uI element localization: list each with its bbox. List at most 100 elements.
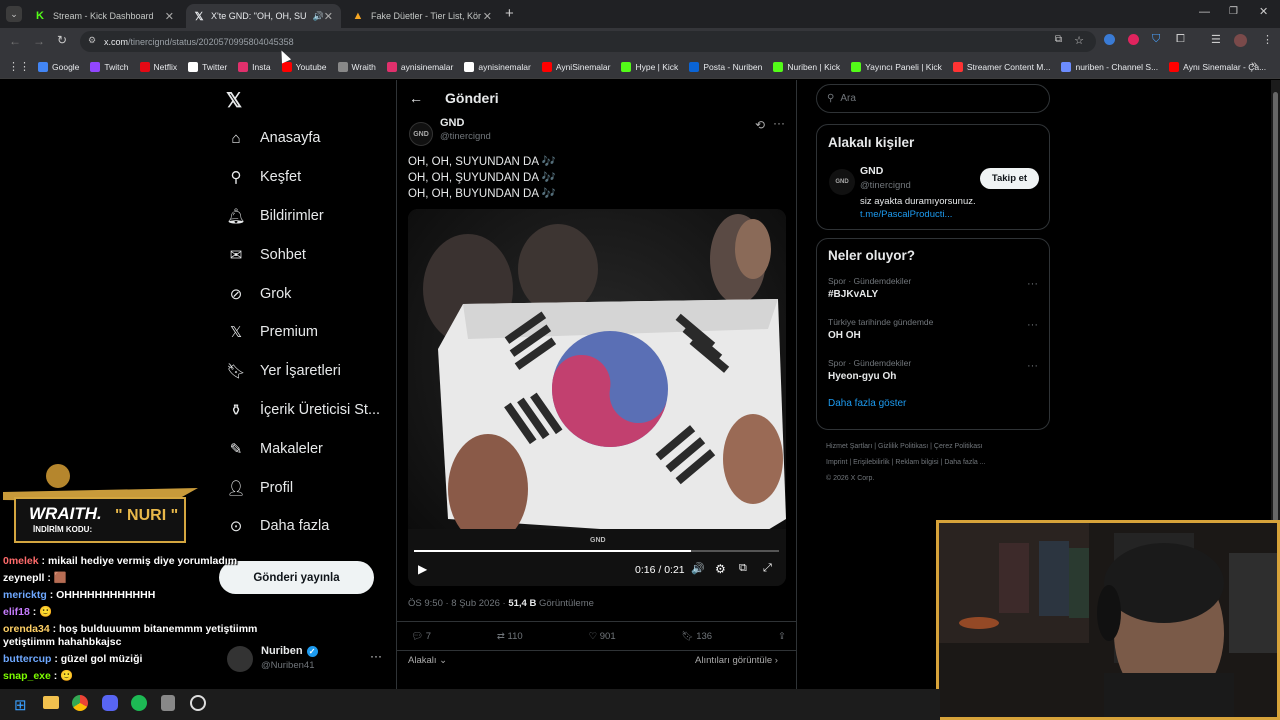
repost-button[interactable]: ⇄ 110 xyxy=(497,631,523,642)
tab-kick-dashboard[interactable]: K Stream - Kick Dashboard ✕ xyxy=(26,4,182,28)
post-timestamp[interactable]: ÖS 9:50 · 8 Şub 2026 · xyxy=(408,598,508,609)
bookmark-item[interactable]: aynisinemalar xyxy=(464,61,531,72)
bookmark-item[interactable]: aynisinemalar xyxy=(386,61,453,72)
spotify-icon[interactable] xyxy=(131,695,147,711)
trend-more-icon[interactable]: ··· xyxy=(1027,319,1038,331)
site-info-icon[interactable]: ⚙ xyxy=(88,35,96,46)
bookmark-item[interactable]: Google xyxy=(38,61,79,72)
footer-link[interactable]: Hizmet Şartları xyxy=(826,443,872,450)
install-icon[interactable]: ⧉ xyxy=(1055,34,1062,45)
nav-item[interactable]: ⊘ Grok xyxy=(218,274,396,313)
trend-item[interactable]: Spor · Gündemdekiler Hyeon-gyu Oh ··· xyxy=(828,358,1038,387)
address-bar[interactable]: ⚙ x.com /tinercignd/status/2020570995804… xyxy=(80,31,1096,52)
more-bookmarks-icon[interactable]: » xyxy=(1251,59,1257,71)
extension-icon-1[interactable] xyxy=(1104,34,1115,45)
app-icon[interactable] xyxy=(161,695,175,711)
search-input[interactable]: ⚲ Ara xyxy=(816,84,1050,113)
footer-link[interactable]: Gizlilik Politikası xyxy=(878,443,928,450)
nav-item[interactable]: 🔔︎ Bildirimler xyxy=(218,197,396,236)
tab-x-post[interactable]: 𝕏 X'te GND: "OH, OH, SUYUN 🔊 ✕ xyxy=(186,4,341,28)
fullscreen-icon[interactable]: ⤢ xyxy=(763,562,772,575)
star-icon[interactable]: ☆ xyxy=(1074,34,1084,47)
author-avatar[interactable]: GND xyxy=(409,122,433,146)
nav-item[interactable]: 🔖︎ Yer İşaretleri xyxy=(218,352,396,391)
view-quotes-link[interactable]: Alıntıları görüntüle › xyxy=(695,655,778,666)
nav-item[interactable]: ⚲ Keşfet xyxy=(218,158,396,197)
bookmark-item[interactable]: Hype | Kick xyxy=(621,61,678,72)
video-player[interactable]: GND ▶ 0:16 / 0:21 🔊 ⚙ ⧉ ⤢ xyxy=(408,209,786,586)
trend-more-icon[interactable]: ··· xyxy=(1027,278,1038,290)
reply-button[interactable]: 💬︎ 7 xyxy=(411,631,431,642)
bookmark-item[interactable]: Insta xyxy=(238,61,271,72)
maximize-button[interactable]: ❐ xyxy=(1229,6,1238,17)
window-close-button[interactable]: ✕ xyxy=(1259,5,1268,18)
bookmark-item[interactable]: Twitter xyxy=(188,61,227,72)
scrollbar-thumb[interactable] xyxy=(1273,92,1278,522)
reply-filter-dropdown[interactable]: Alakalı ⌄ xyxy=(408,655,447,666)
person-avatar[interactable]: GND xyxy=(829,169,855,195)
pip-icon[interactable]: ⧉ xyxy=(739,562,747,575)
bookmark-item[interactable]: nuriben - Channel S... xyxy=(1061,61,1158,72)
nav-item[interactable]: ✎ Makaleler xyxy=(218,429,396,468)
author-name[interactable]: GND xyxy=(440,117,464,129)
back-arrow-icon[interactable]: ← xyxy=(409,90,423,106)
footer-link[interactable]: Reklam bilgisi xyxy=(895,459,938,466)
footer-link[interactable]: Erişilebilirlik xyxy=(853,459,890,466)
reload-icon[interactable]: ↻ xyxy=(57,33,67,47)
discord-icon[interactable] xyxy=(102,695,118,711)
extension-icon-2[interactable] xyxy=(1128,34,1139,45)
forward-icon[interactable]: → xyxy=(33,34,45,48)
nav-item[interactable]: 𝕏 Premium xyxy=(218,313,396,352)
minimize-button[interactable]: — xyxy=(1199,6,1210,18)
footer-link[interactable]: Imprint xyxy=(826,459,847,466)
x-logo-icon[interactable]: 𝕏 xyxy=(226,88,242,113)
nav-item[interactable]: ⚱ İçerik Üreticisi St... xyxy=(218,391,396,430)
post-more-icon[interactable]: ··· xyxy=(773,116,785,130)
volume-icon[interactable]: 🔊 xyxy=(691,562,705,575)
windows-start-icon[interactable]: ⊞ xyxy=(14,696,27,714)
close-icon[interactable]: ✕ xyxy=(483,10,492,23)
media-icon[interactable]: ☰ xyxy=(1211,33,1221,46)
settings-icon[interactable]: ⚙ xyxy=(715,562,726,576)
trend-more-icon[interactable]: ··· xyxy=(1027,360,1038,372)
follow-button[interactable]: Takip et xyxy=(980,168,1039,189)
bookmark-item[interactable]: Streamer Content M... xyxy=(952,61,1050,72)
show-more-link[interactable]: Daha fazla göster xyxy=(828,398,1038,409)
nav-item[interactable]: ⌂ Anasayfa xyxy=(218,119,396,158)
nav-item[interactable]: ✉ Sohbet xyxy=(218,235,396,274)
bookmark-item[interactable]: Youtube xyxy=(281,61,327,72)
bookmark-item[interactable]: Nuriben | Kick xyxy=(773,61,840,72)
person-name[interactable]: GND xyxy=(860,165,883,177)
bookmark-item[interactable]: Netflix xyxy=(139,61,177,72)
footer-link[interactable]: Daha fazla ... xyxy=(944,459,985,466)
footer-link[interactable]: Çerez Politikası xyxy=(934,443,983,450)
bookmark-item[interactable]: Twitch xyxy=(90,61,129,72)
trend-item[interactable]: Türkiye tarihinde gündemde OH OH ··· xyxy=(828,317,1038,346)
author-handle[interactable]: @tinercignd xyxy=(440,131,491,142)
play-icon[interactable]: ▶ xyxy=(418,562,427,576)
tab-tierlist[interactable]: ▲ Fake Düetler - Tier List, Kör Sıra ✕ xyxy=(344,4,500,28)
tab-search-button[interactable]: ⌄ xyxy=(6,6,22,22)
close-icon[interactable]: ✕ xyxy=(324,10,333,23)
back-icon[interactable]: ← xyxy=(9,34,21,48)
like-button[interactable]: ♡ 901 xyxy=(589,631,616,642)
bookmark-item[interactable]: Posta - Nuriben xyxy=(689,61,762,72)
video-progress-track[interactable] xyxy=(414,550,779,552)
bookmark-button[interactable]: 🔖︎ 136 xyxy=(682,631,713,642)
bookmark-item[interactable]: Wraith xyxy=(337,61,376,72)
extension-icon-3[interactable]: ⛉ xyxy=(1152,33,1160,46)
trend-item[interactable]: Spor · Gündemdekiler #BJKvALY ··· xyxy=(828,276,1038,305)
speaker-icon[interactable]: 🔊 xyxy=(313,11,324,22)
new-tab-button[interactable]: + xyxy=(505,5,514,22)
bookmark-item[interactable]: Yayıncı Paneli | Kick xyxy=(851,61,942,72)
grok-explain-icon[interactable]: ⟲ xyxy=(755,118,765,132)
nav-item[interactable]: ⊙ Daha fazla xyxy=(218,507,396,546)
chrome-icon[interactable] xyxy=(72,695,88,711)
person-handle[interactable]: @tinercignd xyxy=(860,180,911,191)
profile-avatar[interactable] xyxy=(1234,34,1247,47)
obs-icon[interactable] xyxy=(190,695,206,711)
footer-link[interactable]: © 2026 X Corp. xyxy=(826,475,874,482)
extensions-icon[interactable]: ⧠ xyxy=(1176,33,1185,46)
nav-item[interactable]: 👤︎ Profil xyxy=(218,468,396,507)
file-explorer-icon[interactable] xyxy=(43,696,59,709)
